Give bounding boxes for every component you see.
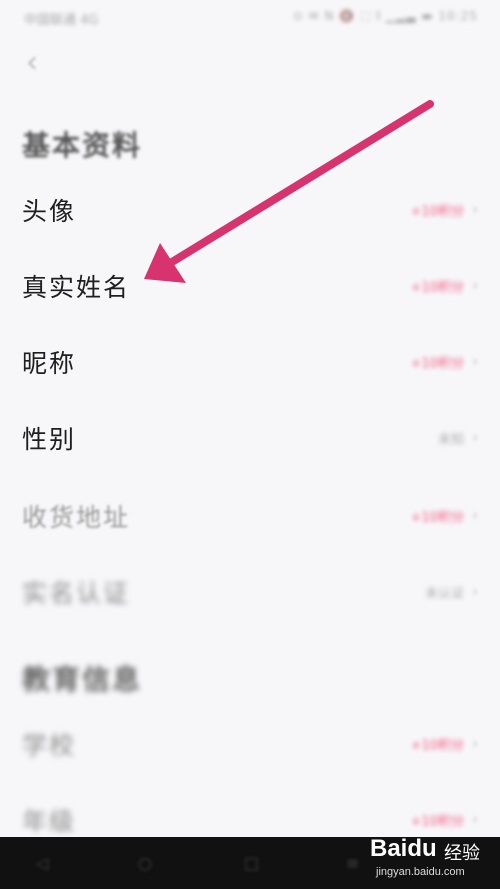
nav-recent-button[interactable]: □ [244,854,259,873]
row-value: +10积分 [410,204,464,220]
watermark-url: jingyan.baidu.com [376,866,465,878]
carrier-text: 中国联通 4G [24,13,99,28]
row-value: +10积分 [410,738,464,754]
row-label: 年级 [22,807,77,836]
row-label: 收货地址 [22,503,131,532]
chevron-right-icon: › [472,202,478,218]
chevron-right-icon: › [472,354,478,370]
chevron-right-icon: › [472,812,478,828]
nav-home-button[interactable]: ○ [138,854,152,873]
baidu-jingyan-watermark: Baidu 经验 jingyan.baidu.com [370,835,492,883]
row-value: 未知 [437,432,464,448]
row-real-name[interactable]: 真实姓名 +10积分 › [0,256,500,316]
chevron-left-icon: ‹ [26,44,38,80]
chevron-right-icon: › [472,278,478,294]
chevron-right-icon: › [472,736,478,752]
row-value: +10积分 [410,356,464,372]
row-value: +10积分 [410,280,464,296]
section-title-basic-info: 基本资料 [22,129,143,162]
chevron-right-icon: › [472,508,478,524]
row-value: +10积分 [410,510,464,526]
chevron-right-icon: › [472,584,478,600]
row-identity-verification[interactable]: 实名认证 未认证 › [0,562,500,622]
row-gender[interactable]: 性别 未知 › [0,408,500,468]
row-label: 实名认证 [22,579,131,608]
row-nickname[interactable]: 昵称 +10积分 › [0,332,500,392]
nav-menu-button[interactable]: ≡ [346,854,359,873]
row-shipping-address[interactable]: 收货地址 +10积分 › [0,486,500,546]
row-label: 性别 [22,425,77,454]
status-bar: 中国联通 4G ⊙ ✉ N 🔇 ⬚ 𝄃 ▁▂▃ ▬ 10:25 [0,0,500,34]
row-label: 学校 [22,731,77,760]
row-label: 头像 [22,197,77,226]
status-icons: ⊙ ✉ N 🔇 ⬚ 𝄃 ▁▂▃ ▬ 10:25 [292,9,478,23]
row-label: 昵称 [22,349,77,378]
row-label: 真实姓名 [22,273,131,302]
row-value: 未认证 [424,586,464,602]
watermark-brand-a: Bai [370,835,408,862]
chevron-right-icon: › [472,430,478,446]
watermark-brand: Baidu [370,835,437,863]
nav-back-button[interactable]: ◁ [36,854,48,873]
section-title-education: 教育信息 [22,663,143,696]
watermark-brand-cn: 经验 [444,843,480,864]
back-button[interactable]: ‹ [14,44,50,80]
row-school[interactable]: 学校 +10积分 › [0,714,500,774]
paw-icon: du [407,835,437,862]
row-value: +10积分 [410,814,464,830]
row-avatar[interactable]: 头像 +10积分 › [0,180,500,240]
